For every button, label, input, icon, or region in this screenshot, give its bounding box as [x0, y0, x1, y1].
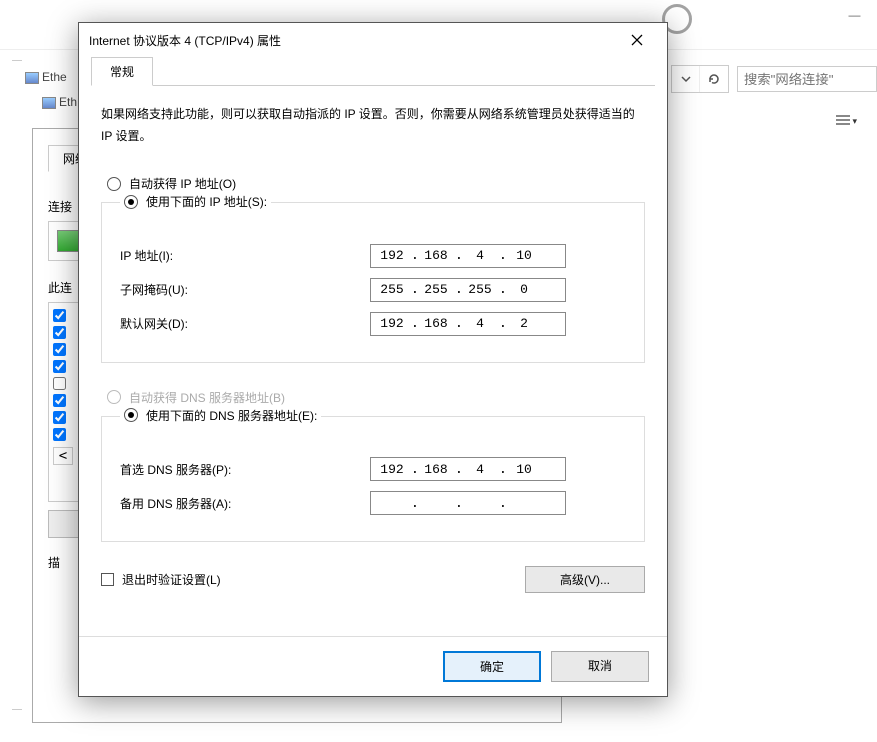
ip-octet[interactable]: 168 — [417, 248, 455, 263]
ip-octet[interactable]: 4 — [461, 462, 499, 477]
validate-label: 退出时验证设置(L) — [122, 571, 221, 588]
nav-group — [671, 65, 729, 93]
primary-dns-input[interactable]: 192. 168. 4. 10 — [370, 457, 566, 481]
alternate-dns-input[interactable]: . . . — [370, 491, 566, 515]
ip-address-label: IP 地址(I): — [120, 247, 370, 264]
nav-down-icon[interactable] — [672, 66, 700, 92]
field-default-gateway: 默认网关(D): 192. 168. 4. 2 — [120, 312, 626, 336]
radio-ip-manual-label: 使用下面的 IP 地址(S): — [146, 193, 267, 210]
dialog-content: 如果网络支持此功能，则可以获取自动指派的 IP 设置。否则，你需要从网络系统管理… — [79, 86, 667, 636]
cancel-button[interactable]: 取消 — [551, 651, 649, 682]
advanced-button[interactable]: 高级(V)... — [525, 566, 645, 593]
list-checkbox[interactable] — [53, 309, 66, 322]
ip-address-input[interactable]: 192. 168. 4. 10 — [370, 244, 566, 268]
radio-dns-manual[interactable]: 使用下面的 DNS 服务器地址(E): — [120, 407, 321, 424]
view-mode-icon[interactable]: ▾ — [836, 115, 857, 127]
dialog-title: Internet 协议版本 4 (TCP/IPv4) 属性 — [89, 32, 617, 49]
radio-dns-manual-label: 使用下面的 DNS 服务器地址(E): — [146, 407, 317, 424]
field-ip-address: IP 地址(I): 192. 168. 4. 10 — [120, 244, 626, 268]
titlebar: Internet 协议版本 4 (TCP/IPv4) 属性 — [79, 23, 667, 57]
radio-dns-auto-label: 自动获得 DNS 服务器地址(B) — [129, 389, 285, 406]
dialog-footer: 确定 取消 — [79, 636, 667, 696]
left-panel-edge — [12, 60, 22, 710]
primary-dns-label: 首选 DNS 服务器(P): — [120, 461, 370, 478]
list-checkbox[interactable] — [53, 411, 66, 424]
ip-octet[interactable]: 168 — [417, 316, 455, 331]
alternate-dns-label: 备用 DNS 服务器(A): — [120, 495, 370, 512]
radio-icon — [107, 177, 121, 191]
field-alternate-dns: 备用 DNS 服务器(A): . . . — [120, 491, 626, 515]
tab-strip: 常规 — [79, 57, 667, 86]
ip-octet[interactable]: 10 — [505, 462, 543, 477]
subnet-mask-label: 子网掩码(U): — [120, 281, 370, 298]
list-checkbox[interactable] — [53, 326, 66, 339]
close-button[interactable] — [617, 27, 657, 53]
ip-octet[interactable]: 255 — [461, 282, 499, 297]
radio-dns-auto: 自动获得 DNS 服务器地址(B) — [107, 389, 645, 406]
radio-icon — [124, 195, 138, 209]
minimize-icon[interactable]: — — [832, 0, 877, 30]
ip-fieldset: 使用下面的 IP 地址(S): IP 地址(I): 192. 168. 4. 1… — [101, 202, 645, 363]
ip-octet[interactable]: 192 — [373, 248, 411, 263]
ip-octet[interactable]: 10 — [505, 248, 543, 263]
list-checkbox[interactable] — [53, 360, 66, 373]
ip-octet[interactable]: 168 — [417, 462, 455, 477]
search-input[interactable] — [737, 66, 877, 92]
close-icon — [631, 34, 643, 46]
radio-ip-auto-label: 自动获得 IP 地址(O) — [129, 175, 236, 192]
bg-tab-2: Eth — [42, 95, 77, 109]
parent-toolbar — [671, 65, 877, 93]
list-checkbox[interactable] — [53, 377, 66, 390]
radio-ip-auto[interactable]: 自动获得 IP 地址(O) — [107, 175, 645, 192]
ip-octet[interactable]: 2 — [505, 316, 543, 331]
ip-octet[interactable]: 4 — [461, 248, 499, 263]
radio-icon — [107, 390, 121, 404]
bg-tab-2-label: Eth — [59, 95, 77, 109]
ip-octet[interactable]: 255 — [373, 282, 411, 297]
refresh-icon[interactable] — [700, 66, 728, 92]
field-subnet-mask: 子网掩码(U): 255. 255. 255. 0 — [120, 278, 626, 302]
gateway-input[interactable]: 192. 168. 4. 2 — [370, 312, 566, 336]
ipv4-properties-dialog: Internet 协议版本 4 (TCP/IPv4) 属性 常规 如果网络支持此… — [78, 22, 668, 697]
gateway-label: 默认网关(D): — [120, 315, 370, 332]
scroll-left-icon[interactable]: < — [53, 447, 73, 465]
subnet-mask-input[interactable]: 255. 255. 255. 0 — [370, 278, 566, 302]
list-checkbox[interactable] — [53, 343, 66, 356]
radio-ip-manual[interactable]: 使用下面的 IP 地址(S): — [120, 193, 271, 210]
description-text: 如果网络支持此功能，则可以获取自动指派的 IP 设置。否则，你需要从网络系统管理… — [101, 104, 645, 147]
ip-octet[interactable]: 192 — [373, 462, 411, 477]
dns-fieldset: 使用下面的 DNS 服务器地址(E): 首选 DNS 服务器(P): 192. … — [101, 416, 645, 543]
ip-octet[interactable]: 192 — [373, 316, 411, 331]
field-primary-dns: 首选 DNS 服务器(P): 192. 168. 4. 10 — [120, 457, 626, 481]
tab-general[interactable]: 常规 — [91, 57, 153, 86]
radio-icon — [124, 408, 138, 422]
ip-octet[interactable]: 255 — [417, 282, 455, 297]
ok-button[interactable]: 确定 — [443, 651, 541, 682]
parent-window-buttons: — — [832, 0, 877, 30]
list-checkbox[interactable] — [53, 394, 66, 407]
bg-tab-1-label: Ethe — [42, 70, 67, 84]
validate-checkbox[interactable] — [101, 573, 114, 586]
bg-tab-1: Ethe — [25, 70, 67, 84]
bottom-options-row: 退出时验证设置(L) 高级(V)... — [101, 566, 645, 593]
ip-octet[interactable]: 0 — [505, 282, 543, 297]
ip-octet[interactable]: 4 — [461, 316, 499, 331]
list-checkbox[interactable] — [53, 428, 66, 441]
